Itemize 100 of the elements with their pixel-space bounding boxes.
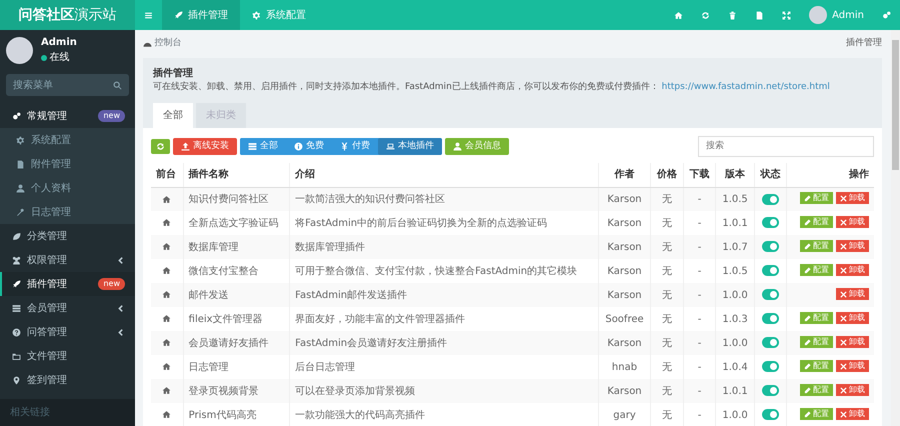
member-info-button[interactable]: 会员信息: [445, 138, 509, 155]
chevron-icon: [116, 256, 125, 264]
pencil-icon: [804, 386, 811, 394]
table-cell: 无: [650, 187, 684, 211]
table-cell: Karson: [598, 283, 650, 307]
uninstall-button[interactable]: 卸载: [836, 408, 869, 420]
user-status: 在线: [50, 50, 70, 65]
question-icon: [12, 328, 21, 336]
new-badge: new: [98, 278, 125, 290]
menu-item[interactable]: 文件管理: [0, 344, 135, 368]
config-button[interactable]: 配置: [800, 312, 833, 324]
user-menu[interactable]: Admin: [800, 0, 873, 30]
column-header: 操作: [786, 163, 874, 187]
submenu-item[interactable]: 系统配置: [0, 128, 135, 152]
menu-item[interactable]: 会员管理: [0, 296, 135, 320]
submenu-item[interactable]: 个人资料: [0, 176, 135, 200]
status-toggle[interactable]: [762, 409, 780, 420]
submenu-item[interactable]: 日志管理: [0, 200, 135, 224]
close-icon: [840, 242, 847, 250]
breadcrumb-current: 插件管理: [846, 37, 882, 50]
search-field[interactable]: 搜索菜单: [6, 74, 129, 96]
status-toggle[interactable]: [762, 217, 780, 228]
uninstall-button[interactable]: 卸载: [836, 360, 869, 372]
site-logo[interactable]: 问答社区演示站: [0, 0, 135, 30]
pencil-icon: [804, 266, 811, 274]
menu-item[interactable]: 问答管理: [0, 320, 135, 344]
table-cell: FastAdmin邮件发送插件: [290, 283, 599, 307]
config-button[interactable]: 配置: [800, 240, 833, 252]
table-cell: 知识付费问答社区: [183, 187, 290, 211]
search-field[interactable]: 搜索: [698, 136, 874, 157]
menu-item[interactable]: 签到管理: [0, 368, 135, 392]
config-button[interactable]: 配置: [800, 216, 833, 228]
config-button[interactable]: 配置: [800, 384, 833, 396]
config-button[interactable]: 配置: [800, 360, 833, 372]
header-tab[interactable]: 插件管理: [162, 0, 240, 30]
uninstall-button[interactable]: 卸载: [836, 192, 869, 204]
table-cell: 1.0.1: [716, 379, 754, 403]
config-button[interactable]: 配置: [800, 192, 833, 204]
uninstall-button[interactable]: 卸载: [836, 384, 869, 396]
pencil-icon: [804, 194, 811, 202]
scrollbar[interactable]: [891, 30, 900, 426]
category-tab[interactable]: 全部: [153, 102, 193, 128]
pencil-icon: [804, 362, 811, 370]
status-toggle[interactable]: [762, 385, 780, 396]
rocket-icon: [174, 10, 183, 20]
rocket-icon: [12, 280, 21, 288]
menu-item[interactable]: 常规管理 new: [0, 104, 135, 128]
uninstall-button[interactable]: 卸载: [836, 312, 869, 324]
uninstall-button[interactable]: 卸载: [836, 216, 869, 228]
status-toggle[interactable]: [762, 241, 780, 252]
close-icon: [840, 338, 847, 346]
table-cell: -: [683, 331, 716, 355]
yen-icon: [340, 142, 349, 151]
table-cell: 1.0.7: [716, 235, 754, 259]
laptop-icon: [386, 142, 395, 151]
config-button[interactable]: 配置: [800, 336, 833, 348]
list-icon: [248, 142, 257, 151]
pencil-icon: [804, 218, 811, 226]
home-icon: [162, 290, 172, 300]
status-toggle[interactable]: [762, 337, 780, 348]
menu-item[interactable]: 权限管理: [0, 248, 135, 272]
table-cell: -: [683, 379, 716, 403]
uninstall-button[interactable]: 卸载: [836, 264, 869, 276]
uninstall-button[interactable]: 卸载: [836, 336, 869, 348]
uninstall-button[interactable]: 卸载: [836, 288, 869, 300]
status-toggle[interactable]: [762, 289, 780, 300]
user-icon: [16, 184, 25, 192]
avatar: [809, 6, 828, 24]
column-header: 介绍: [290, 163, 599, 187]
status-toggle[interactable]: [762, 265, 780, 276]
offline-install-button[interactable]: 离线安装: [173, 138, 237, 155]
refresh-icon: [156, 142, 165, 151]
avatar: [6, 36, 33, 64]
uninstall-button[interactable]: 卸载: [836, 240, 869, 252]
status-toggle[interactable]: [762, 313, 780, 324]
table-cell: 数据库管理插件: [290, 235, 599, 259]
status-toggle[interactable]: [762, 194, 780, 205]
section-heading: 相关链接: [0, 399, 135, 426]
menu-item[interactable]: 分类管理: [0, 224, 135, 248]
column-header: 作者: [598, 163, 650, 187]
home-icon: [162, 314, 172, 324]
table-cell: 登录页视频背景: [183, 379, 290, 403]
trash-icon: [728, 10, 738, 20]
close-icon: [840, 314, 847, 322]
breadcrumb-link[interactable]: 控制台: [154, 37, 182, 51]
store-link[interactable]: https://www.fastadmin.net/store.html: [662, 82, 830, 92]
config-button[interactable]: 配置: [800, 264, 833, 276]
menu-item[interactable]: 插件管理 new: [0, 272, 135, 296]
config-button[interactable]: 配置: [800, 408, 833, 420]
table-cell: gary: [598, 403, 650, 426]
refresh-button[interactable]: [151, 138, 170, 154]
table-cell: -: [683, 283, 716, 307]
status-toggle[interactable]: [762, 361, 780, 372]
filter-button[interactable]: 本地插件: [378, 138, 442, 155]
table-cell: -: [683, 235, 716, 259]
table-cell: 一款简洁强大的知识付费问答社区: [290, 187, 599, 211]
header-tab[interactable]: 系统配置: [240, 0, 318, 30]
document-icon: [16, 160, 25, 168]
user-name: Admin: [41, 36, 77, 50]
submenu-item[interactable]: 附件管理: [0, 152, 135, 176]
